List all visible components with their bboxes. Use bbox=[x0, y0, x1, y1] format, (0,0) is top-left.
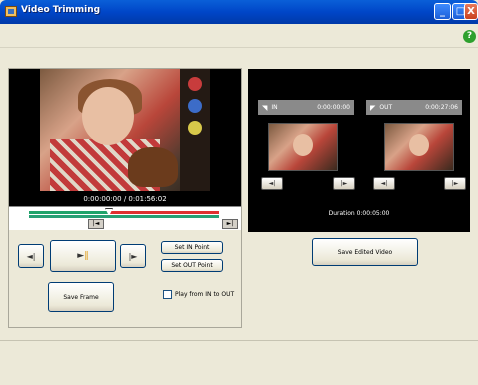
in-point-bar: ◥ IN 0:00:00:00 bbox=[258, 100, 354, 115]
in-step-forward-button[interactable]: |► bbox=[333, 177, 355, 190]
set-in-point-button[interactable]: Set IN Point bbox=[161, 241, 223, 254]
in-out-panel: ◥ IN 0:00:00:00 ◤ OUT 0:00:27:06 ◄| |► ◄… bbox=[248, 69, 470, 232]
out-range-bar bbox=[109, 211, 219, 214]
out-label: OUT bbox=[379, 104, 393, 111]
in-flag-icon: ◥ bbox=[262, 103, 268, 112]
out-point-bar: ◤ OUT 0:00:27:06 bbox=[366, 100, 462, 115]
play-in-out-option[interactable]: Play from IN to OUT bbox=[163, 289, 234, 299]
set-out-point-button[interactable]: Set OUT Point bbox=[161, 259, 223, 272]
play-in-out-checkbox[interactable] bbox=[163, 289, 172, 299]
title-bar: Video Trimming _ □ X bbox=[0, 0, 478, 24]
out-step-forward-button[interactable]: |► bbox=[444, 177, 466, 190]
status-divider bbox=[0, 340, 478, 341]
next-frame-icon: |► bbox=[128, 251, 138, 261]
duration-label: Duration 0:00:05:00 bbox=[328, 210, 390, 217]
app-icon bbox=[5, 6, 17, 17]
decor-dot bbox=[188, 99, 202, 113]
close-button[interactable]: X bbox=[464, 3, 478, 20]
pause-icon: ‖ bbox=[84, 251, 89, 261]
timecode: 0:00:00:00 / 0:01:56:02 bbox=[83, 195, 167, 203]
play-pause-icon: ►‖ bbox=[77, 251, 88, 261]
timeline-track[interactable]: |◄ ►| bbox=[9, 206, 241, 230]
decor-dot bbox=[188, 77, 202, 91]
help-icon[interactable]: ? bbox=[463, 30, 476, 43]
video-subject-face bbox=[82, 87, 134, 145]
video-dog bbox=[128, 147, 178, 187]
play-pause-button[interactable]: ►‖ bbox=[50, 240, 116, 272]
in-step-back-button[interactable]: ◄| bbox=[261, 177, 283, 190]
out-step-back-button[interactable]: ◄| bbox=[373, 177, 395, 190]
thumbnail-face bbox=[293, 134, 313, 156]
out-point-thumbnail bbox=[384, 123, 454, 171]
track-marker-left-button[interactable]: |◄ bbox=[88, 219, 104, 229]
video-frame bbox=[40, 69, 210, 191]
next-frame-button[interactable]: |► bbox=[120, 244, 146, 268]
in-label: IN bbox=[271, 104, 278, 111]
window-title: Video Trimming bbox=[21, 5, 101, 15]
in-range-bar bbox=[29, 211, 109, 214]
decor-dot bbox=[188, 121, 202, 135]
out-flag-icon: ◤ bbox=[370, 103, 376, 112]
save-frame-button[interactable]: Save Frame bbox=[48, 282, 114, 312]
thumbnail-face bbox=[409, 134, 429, 156]
minimize-button[interactable]: _ bbox=[434, 3, 451, 20]
timeline-base-bar bbox=[29, 215, 219, 218]
in-point-thumbnail bbox=[268, 123, 338, 171]
previous-frame-icon: ◄| bbox=[26, 251, 36, 261]
in-time: 0:00:00:00 bbox=[317, 104, 350, 111]
track-marker-right-button[interactable]: ►| bbox=[222, 219, 238, 229]
play-in-out-label: Play from IN to OUT bbox=[175, 290, 235, 298]
out-time: 0:00:27:06 bbox=[425, 104, 458, 111]
save-edited-video-button[interactable]: Save Edited Video bbox=[312, 238, 418, 266]
previous-frame-button[interactable]: ◄| bbox=[18, 244, 44, 268]
toolbar-strip bbox=[0, 24, 478, 48]
